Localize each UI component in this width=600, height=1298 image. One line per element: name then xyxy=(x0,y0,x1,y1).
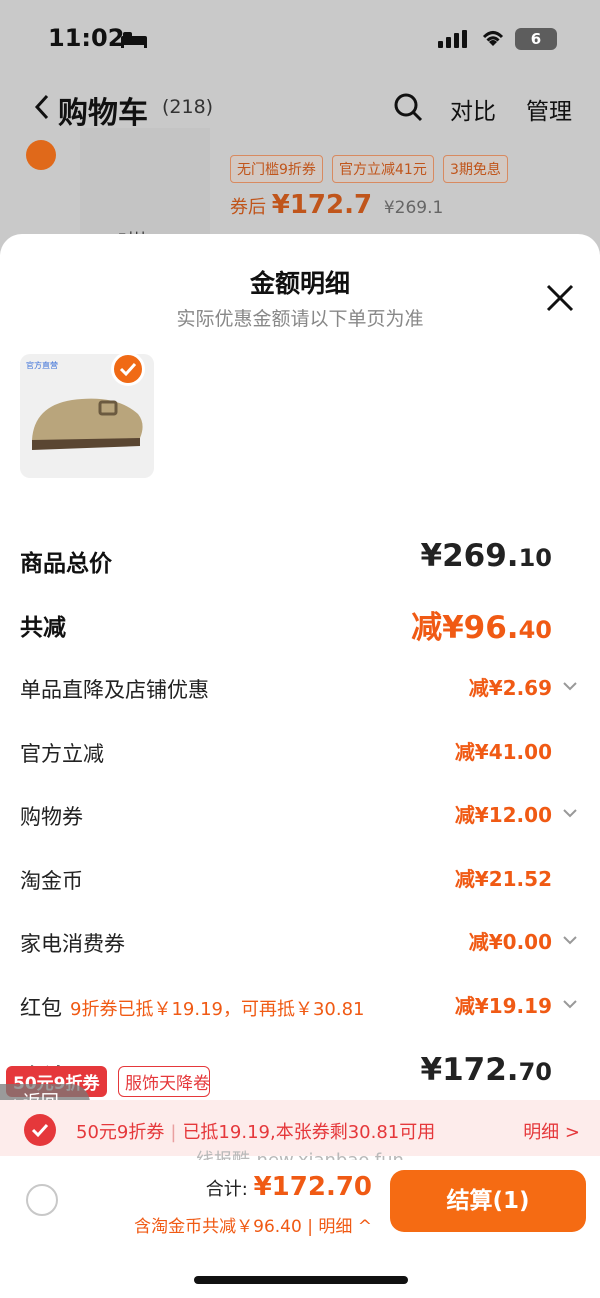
total-amount: ¥172.70 xyxy=(253,1172,372,1202)
row-label: 商品总价 xyxy=(20,551,112,577)
back-chevron-icon[interactable] xyxy=(34,94,50,120)
item-checkbox[interactable] xyxy=(26,140,56,170)
row-label: 红包 9折券已抵￥19.19，可再抵￥30.81 xyxy=(20,992,365,1022)
select-all-radio[interactable] xyxy=(26,1184,58,1216)
sheet-subtitle: 实际优惠金额请以下单页为准 xyxy=(176,308,424,330)
official-store-badge: 官方直营 xyxy=(26,361,58,370)
cellular-signal-icon xyxy=(438,30,467,48)
background-cart-page: 11:02 6 购物车 (218) 对比 管理 无门槛9折券 官方立减41元 3… xyxy=(0,0,600,260)
row-label: 家电消费券 xyxy=(20,932,125,956)
row-label: 单品直降及店铺优惠 xyxy=(20,678,209,702)
row-shopping-coupon[interactable]: 购物券 减¥12.00 xyxy=(20,797,580,837)
battery-indicator: 6 xyxy=(515,28,557,50)
total-line: 合计: ¥172.70 xyxy=(206,1172,372,1202)
row-label: 官方立减 xyxy=(20,742,104,766)
promo-tag: 官方立减41元 xyxy=(332,155,434,183)
cart-navbar: 购物车 (218) 对比 管理 xyxy=(0,84,600,132)
row-label: 购物券 xyxy=(20,805,83,829)
product-selected-check[interactable] xyxy=(111,352,145,386)
value-decimal: 70 xyxy=(518,1058,552,1086)
row-value: 减¥41.00 xyxy=(454,740,552,764)
row-value: 减¥96.40 xyxy=(411,602,552,647)
promo-tag: 无门槛9折券 xyxy=(230,155,323,183)
value-decimal: 40 xyxy=(518,616,552,644)
sleep-mode-icon xyxy=(121,32,147,48)
value-main: ¥172. xyxy=(420,1052,519,1088)
row-store-discount[interactable]: 单品直降及店铺优惠 减¥2.69 xyxy=(20,670,580,710)
promo-tag: 3期免息 xyxy=(442,155,508,183)
close-icon[interactable] xyxy=(544,282,576,314)
chevron-down-icon[interactable] xyxy=(562,998,578,1010)
status-time: 11:02 xyxy=(48,24,125,52)
coupon-info: 已抵19.19,本张券剩30.81可用 xyxy=(182,1122,436,1143)
coupon-check[interactable] xyxy=(24,1114,56,1146)
row-total-reduce: 共减 减¥96.40 xyxy=(20,602,580,647)
row-taobao-coins: 淘金币 减¥21.52 xyxy=(20,861,580,901)
total-discount-detail[interactable]: 含淘金币共减￥96.40 | 明细 ^ xyxy=(134,1212,372,1237)
cart-count: (218) xyxy=(162,96,214,118)
row-value: 减¥21.52 xyxy=(454,867,552,891)
row-total-price: 商品总价 ¥269.10 xyxy=(20,538,580,580)
row-label: 淘金币 xyxy=(20,869,83,893)
row-value: ¥172.70 xyxy=(421,1052,552,1088)
clothing-coupon-float-tag[interactable]: 服饰天降卷 xyxy=(118,1066,210,1097)
check-icon xyxy=(119,362,137,377)
coupon-detail-link[interactable]: 明细 > xyxy=(523,1118,580,1144)
row-label: 共减 xyxy=(20,615,66,641)
row-value: 减¥0.00 xyxy=(468,930,552,954)
coupon-text: 50元9折券 | 已抵19.19,本张券剩30.81可用 xyxy=(76,1118,435,1144)
chevron-down-icon[interactable] xyxy=(562,934,578,946)
home-indicator xyxy=(194,1276,408,1284)
checkout-button[interactable]: 结算(1) xyxy=(390,1170,586,1232)
chevron-down-icon[interactable] xyxy=(562,680,578,692)
page-title: 购物车 xyxy=(58,96,148,131)
item-promo-tags: 无门槛9折券 官方立减41元 3期免息 xyxy=(230,155,512,183)
row-official-reduce: 官方立减 减¥41.00 xyxy=(20,734,580,774)
value-main: ¥269. xyxy=(420,538,519,574)
coupon-price: ¥172.7 xyxy=(271,190,373,220)
row-value: 减¥2.69 xyxy=(468,676,552,700)
manage-button[interactable]: 管理 xyxy=(526,92,572,126)
red-packet-label: 红包 xyxy=(20,996,62,1020)
item-thumbnail xyxy=(80,128,210,238)
original-price: ¥269.1 xyxy=(383,198,444,218)
value-decimal: 10 xyxy=(518,544,552,572)
total-prefix: 合计: xyxy=(205,1179,254,1200)
status-bar: 11:02 6 xyxy=(0,22,600,62)
check-icon xyxy=(31,1123,49,1138)
sheet-title: 金额明细 xyxy=(249,269,350,298)
red-packet-sub: 9折券已抵￥19.19，可再抵￥30.81 xyxy=(70,999,365,1020)
coupon-name: 50元9折券 xyxy=(76,1122,165,1143)
value-main: 减¥96. xyxy=(411,610,519,646)
row-red-packet[interactable]: 红包 9折券已抵￥19.19，可再抵￥30.81 减¥19.19 xyxy=(20,988,580,1028)
compare-button[interactable]: 对比 xyxy=(450,92,496,126)
divider: | xyxy=(170,1122,177,1143)
row-value: 减¥12.00 xyxy=(454,803,552,827)
checkout-bar: 合计: ¥172.70 含淘金币共减￥96.40 | 明细 ^ 结算(1) xyxy=(0,1160,600,1298)
item-price: 券后 ¥172.7 ¥269.1 xyxy=(230,190,443,220)
search-icon[interactable] xyxy=(393,92,423,122)
row-appliance-voucher[interactable]: 家电消费券 减¥0.00 xyxy=(20,924,580,964)
chevron-down-icon[interactable] xyxy=(562,807,578,819)
row-value: 减¥19.19 xyxy=(454,994,552,1018)
wifi-icon xyxy=(482,31,504,46)
row-value: ¥269.10 xyxy=(421,538,552,574)
price-prefix: 券后 xyxy=(230,197,266,218)
